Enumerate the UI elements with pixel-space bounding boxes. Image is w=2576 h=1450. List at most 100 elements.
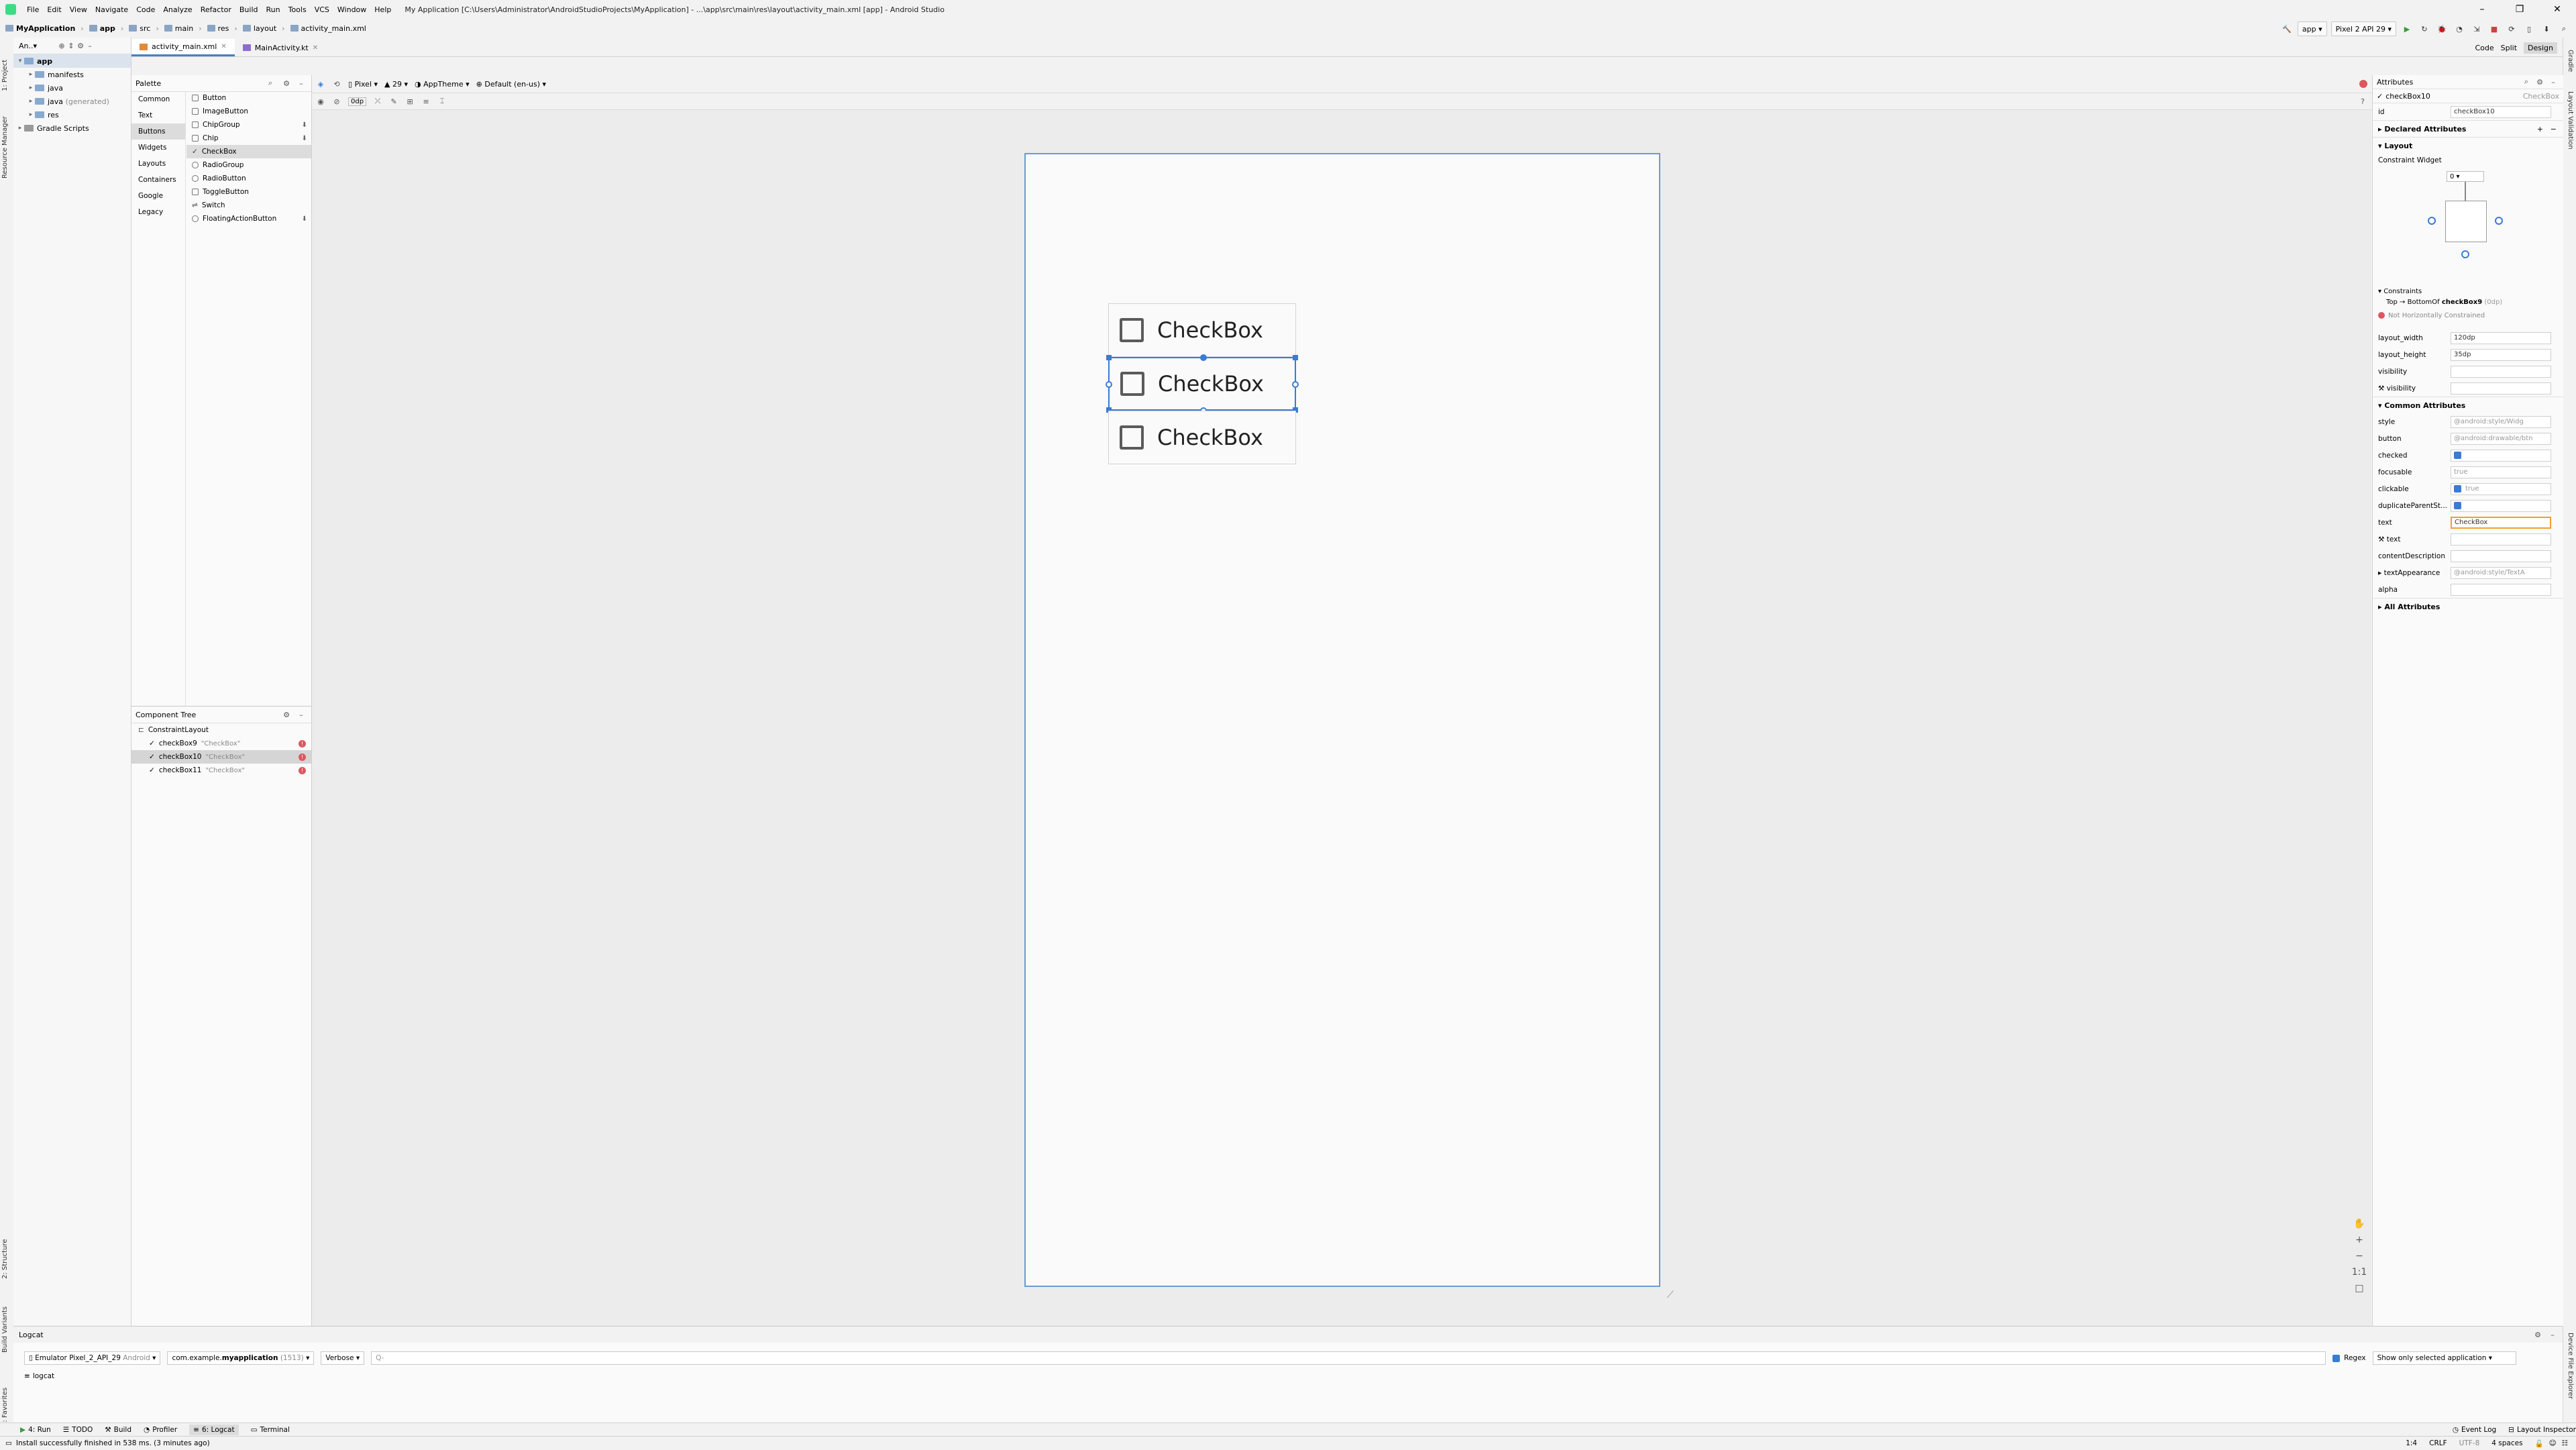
file-encoding[interactable]: UTF-8 (2459, 1439, 2480, 1447)
tool-tab-structure[interactable]: 2: Structure (1, 1239, 9, 1279)
lock-icon[interactable]: 🔓 (2535, 1439, 2544, 1448)
palette-item-switch[interactable]: ⇌ Switch (186, 199, 311, 212)
resize-handle[interactable] (1293, 355, 1298, 360)
menu-edit[interactable]: Edit (47, 5, 61, 14)
logcat-device-select[interactable]: ▯ Emulator Pixel_2_API_29 Android ▾ (24, 1351, 161, 1365)
checked-toggle[interactable] (2451, 449, 2551, 462)
menu-analyze[interactable]: Analyze (163, 5, 192, 14)
checkbox-toggle-icon[interactable] (2454, 485, 2461, 493)
tree-item-java[interactable]: ▸ java (13, 81, 131, 95)
duplicate-parent-state-toggle[interactable] (2451, 499, 2551, 512)
declared-attributes-section[interactable]: ▸ Declared Attributes + − (2373, 120, 2563, 137)
debug-icon[interactable]: 🐞 (2435, 22, 2449, 36)
palette-cat-text[interactable]: Text (131, 107, 185, 123)
search-icon[interactable]: ⌕ (2557, 22, 2571, 36)
breadcrumb-layout[interactable]: layout › (242, 24, 285, 33)
event-icon[interactable]: ☷ (2562, 1439, 2568, 1447)
gear-icon[interactable]: ⚙ (2533, 1330, 2542, 1339)
clear-constraints-icon[interactable]: ⤫ (373, 97, 382, 106)
breadcrumb-src[interactable]: src › (129, 24, 159, 33)
palette-cat-buttons[interactable]: Buttons (131, 123, 185, 140)
gear-icon[interactable]: ⚙ (282, 710, 291, 719)
view-options-icon[interactable]: ◉ (316, 97, 325, 106)
checkbox-square[interactable] (1120, 425, 1144, 450)
breadcrumb-project[interactable]: MyApplication › (5, 24, 84, 33)
view-mode-code[interactable]: Code (2475, 44, 2493, 52)
menu-build[interactable]: Build (239, 5, 258, 14)
gear-icon[interactable]: ⚙ (2535, 77, 2544, 87)
gear-icon[interactable]: ⚙ (282, 79, 291, 88)
breadcrumb-main[interactable]: main › (164, 24, 202, 33)
stop-icon[interactable]: ■ (2487, 22, 2501, 36)
infer-constraints-icon[interactable]: ✎ (389, 97, 398, 106)
hammer-icon[interactable]: 🔨 (2280, 22, 2294, 36)
logcat-process-select[interactable]: com.example. myapplication (1513) ▾ (167, 1351, 315, 1365)
menu-file[interactable]: File (27, 5, 39, 14)
tool-tab-resource-manager[interactable]: Resource Manager (1, 116, 9, 178)
hide-icon[interactable]: – (2548, 77, 2558, 87)
default-margin-select[interactable]: 0dp (348, 97, 367, 106)
tree-item-app[interactable]: ▾ app (13, 54, 131, 68)
button-drawable-input[interactable]: @android:drawable/btn (2451, 432, 2551, 445)
search-icon[interactable]: ⌕ (266, 79, 275, 88)
inspector-icon[interactable]: ☺ (2549, 1439, 2557, 1447)
palette-item-radiobutton[interactable]: RadioButton (186, 172, 311, 185)
focusable-select[interactable]: true (2451, 466, 2551, 478)
tool-tab-project[interactable]: 1: Project (1, 60, 9, 91)
hide-icon[interactable]: – (297, 710, 306, 719)
logcat-search-input[interactable]: Q- (371, 1351, 2326, 1365)
pan-icon[interactable]: ✋ (2351, 1216, 2367, 1232)
checkbox-10[interactable]: CheckBox (1106, 354, 1299, 414)
content-description-input[interactable] (2451, 550, 2551, 562)
logcat-filter-select[interactable]: Show only selected application ▾ (2372, 1351, 2516, 1365)
tool-tab-terminal[interactable]: ▭ Terminal (251, 1426, 290, 1434)
line-separator[interactable]: CRLF (2429, 1439, 2447, 1447)
menu-view[interactable]: View (70, 5, 87, 14)
menu-tools[interactable]: Tools (288, 5, 307, 14)
tool-tab-profiler[interactable]: ◔ Profiler (144, 1426, 177, 1434)
tree-checkbox11[interactable]: ✓ checkBox11 "CheckBox"! (131, 764, 311, 777)
view-mode-design[interactable]: Design (2524, 42, 2557, 54)
logcat-subtab[interactable]: ≡ logcat (13, 1372, 2563, 1380)
download-icon[interactable]: ⬇ (302, 135, 307, 142)
checkbox-toggle-icon[interactable] (2332, 1354, 2341, 1362)
close-tab-icon[interactable]: ✕ (221, 43, 226, 50)
regex-checkbox[interactable]: Regex (2332, 1354, 2366, 1362)
tool-tab-logcat[interactable]: ≡ 6: Logcat (189, 1425, 239, 1435)
device-select[interactable]: Pixel 2 API 29 ▾ (2330, 21, 2396, 36)
tree-checkbox10[interactable]: ✓ checkBox10 "CheckBox"! (131, 750, 311, 764)
all-attributes-section[interactable]: ▸ All Attributes (2373, 598, 2563, 615)
menu-refactor[interactable]: Refactor (201, 5, 231, 14)
run-config-select[interactable]: app ▾ (2297, 21, 2327, 36)
tool-tab-favorites[interactable]: 2: Favorites (1, 1388, 9, 1427)
palette-cat-layouts[interactable]: Layouts (131, 156, 185, 172)
minimize-icon[interactable]: – (2463, 0, 2501, 19)
remove-icon[interactable]: − (2551, 125, 2557, 134)
guidelines-icon[interactable]: ⊞ (405, 97, 415, 106)
zoom-out-icon[interactable]: − (2351, 1248, 2367, 1264)
zoom-to-fit-icon[interactable]: 1:1 (2351, 1264, 2367, 1280)
help-icon[interactable]: ? (2358, 97, 2367, 106)
tool-tab-layout-inspector[interactable]: ⊟ Layout Inspector (2508, 1426, 2576, 1434)
menu-vcs[interactable]: VCS (315, 5, 329, 14)
download-icon[interactable]: ⬇ (302, 121, 307, 129)
tool-tab-build-variants[interactable]: Build Variants (1, 1306, 9, 1353)
zoom-in-icon[interactable]: + (2351, 1232, 2367, 1248)
tools-text-input[interactable] (2451, 533, 2551, 546)
resize-handle[interactable] (1106, 355, 1112, 360)
menu-code[interactable]: Code (136, 5, 155, 14)
design-blueprint-toggle-icon[interactable]: ◈ (316, 79, 325, 89)
common-attributes-section[interactable]: ▾ Common Attributes (2373, 397, 2563, 413)
layout-section[interactable]: ▾ Layout (2373, 137, 2563, 154)
indent-setting[interactable]: 4 spaces (2491, 1439, 2522, 1447)
palette-item-checkbox[interactable]: ✓ CheckBox (186, 145, 311, 158)
add-bottom-constraint-icon[interactable] (2461, 250, 2469, 258)
orientation-icon[interactable]: ⟲ (332, 79, 341, 89)
tab-activity-main[interactable]: activity_main.xml ✕ (131, 39, 235, 56)
tool-tab-run[interactable]: ▶ 4: Run (20, 1426, 51, 1434)
error-icon[interactable]: ! (299, 766, 306, 774)
baseline-icon[interactable]: ⌶ (437, 97, 447, 106)
layout-width-input[interactable]: 120dp (2451, 331, 2551, 344)
palette-item-chipgroup[interactable]: ChipGroup ⬇ (186, 118, 311, 132)
tab-mainactivity[interactable]: MainActivity.kt ✕ (235, 39, 326, 56)
